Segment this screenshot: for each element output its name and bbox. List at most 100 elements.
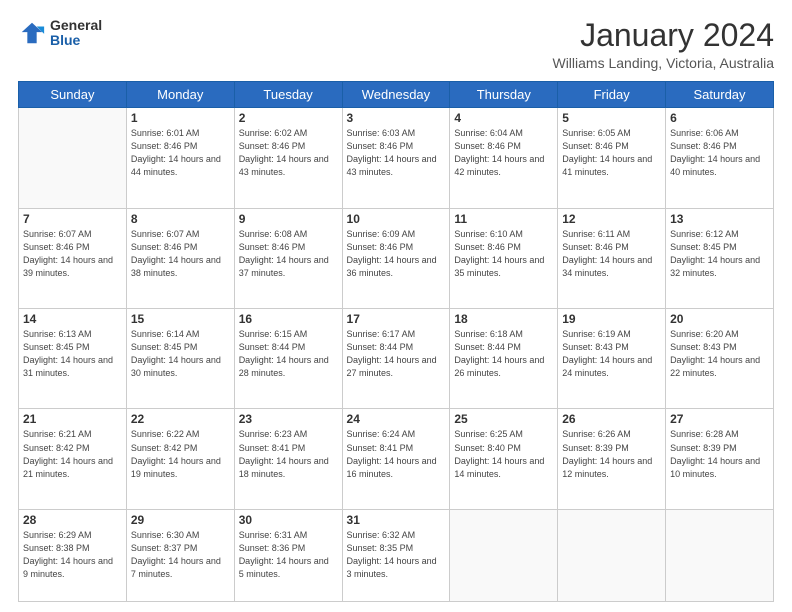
daylight-text: Daylight: 14 hours and bbox=[670, 455, 769, 468]
day-info: Sunrise: 6:28 AMSunset: 8:39 PMDaylight:… bbox=[670, 428, 769, 480]
sunset-text: Sunset: 8:45 PM bbox=[23, 341, 122, 354]
daylight-text: Daylight: 14 hours and bbox=[239, 555, 338, 568]
daylight-text-cont: 43 minutes. bbox=[239, 166, 338, 179]
col-wednesday: Wednesday bbox=[342, 82, 450, 108]
daylight-text: Daylight: 14 hours and bbox=[670, 153, 769, 166]
table-row: 26Sunrise: 6:26 AMSunset: 8:39 PMDayligh… bbox=[558, 409, 666, 509]
table-row: 18Sunrise: 6:18 AMSunset: 8:44 PMDayligh… bbox=[450, 309, 558, 409]
day-number: 31 bbox=[347, 513, 446, 527]
daylight-text-cont: 14 minutes. bbox=[454, 468, 553, 481]
col-sunday: Sunday bbox=[19, 82, 127, 108]
sunset-text: Sunset: 8:42 PM bbox=[131, 442, 230, 455]
sunrise-text: Sunrise: 6:24 AM bbox=[347, 428, 446, 441]
day-number: 10 bbox=[347, 212, 446, 226]
table-row: 1 Sunrise: 6:01 AMSunset: 8:46 PMDaylight… bbox=[126, 108, 234, 208]
daylight-text-cont: 32 minutes. bbox=[670, 267, 769, 280]
day-number: 19 bbox=[562, 312, 661, 326]
sunrise-text: Sunrise: 6:14 AM bbox=[131, 328, 230, 341]
daylight-text: Daylight: 14 hours and bbox=[562, 354, 661, 367]
table-row: 3Sunrise: 6:03 AMSunset: 8:46 PMDaylight… bbox=[342, 108, 450, 208]
daylight-text-cont: 35 minutes. bbox=[454, 267, 553, 280]
daylight-text: Daylight: 14 hours and bbox=[239, 153, 338, 166]
day-number: 12 bbox=[562, 212, 661, 226]
sunrise-text: Sunrise: 6:07 AM bbox=[131, 228, 230, 241]
daylight-text: Daylight: 14 hours and bbox=[562, 153, 661, 166]
day-number: 30 bbox=[239, 513, 338, 527]
day-number: 21 bbox=[23, 412, 122, 426]
day-info: Sunrise: 6:23 AMSunset: 8:41 PMDaylight:… bbox=[239, 428, 338, 480]
day-info: Sunrise: 6:15 AMSunset: 8:44 PMDaylight:… bbox=[239, 328, 338, 380]
sunrise-text: Sunrise: 6:04 AM bbox=[454, 127, 553, 140]
day-number: 11 bbox=[454, 212, 553, 226]
table-row bbox=[19, 108, 127, 208]
table-row: 15Sunrise: 6:14 AMSunset: 8:45 PMDayligh… bbox=[126, 309, 234, 409]
day-info: Sunrise: 6:02 AMSunset: 8:46 PMDaylight:… bbox=[239, 127, 338, 179]
header: General Blue January 2024 Williams Landi… bbox=[18, 18, 774, 71]
day-info: Sunrise: 6:05 AMSunset: 8:46 PMDaylight:… bbox=[562, 127, 661, 179]
logo-text: General Blue bbox=[50, 18, 102, 49]
daylight-text: Daylight: 14 hours and bbox=[239, 455, 338, 468]
day-info: Sunrise: 6:32 AMSunset: 8:35 PMDaylight:… bbox=[347, 529, 446, 581]
daylight-text-cont: 28 minutes. bbox=[239, 367, 338, 380]
sunset-text: Sunset: 8:46 PM bbox=[562, 241, 661, 254]
day-number: 1 bbox=[131, 111, 230, 125]
daylight-text-cont: 40 minutes. bbox=[670, 166, 769, 179]
sunset-text: Sunset: 8:46 PM bbox=[239, 241, 338, 254]
sunset-text: Sunset: 8:44 PM bbox=[347, 341, 446, 354]
daylight-text-cont: 34 minutes. bbox=[562, 267, 661, 280]
day-number: 23 bbox=[239, 412, 338, 426]
day-number: 14 bbox=[23, 312, 122, 326]
day-info: Sunrise: 6:06 AMSunset: 8:46 PMDaylight:… bbox=[670, 127, 769, 179]
day-number: 24 bbox=[347, 412, 446, 426]
day-number: 5 bbox=[562, 111, 661, 125]
table-row: 29Sunrise: 6:30 AMSunset: 8:37 PMDayligh… bbox=[126, 509, 234, 601]
daylight-text: Daylight: 14 hours and bbox=[347, 555, 446, 568]
sunrise-text: Sunrise: 6:13 AM bbox=[23, 328, 122, 341]
table-row: 6Sunrise: 6:06 AMSunset: 8:46 PMDaylight… bbox=[666, 108, 774, 208]
sunset-text: Sunset: 8:44 PM bbox=[239, 341, 338, 354]
daylight-text: Daylight: 14 hours and bbox=[347, 153, 446, 166]
sunrise-text: Sunrise: 6:09 AM bbox=[347, 228, 446, 241]
daylight-text-cont: 43 minutes. bbox=[347, 166, 446, 179]
sunset-text: Sunset: 8:46 PM bbox=[131, 241, 230, 254]
daylight-text: Daylight: 14 hours and bbox=[347, 254, 446, 267]
col-monday: Monday bbox=[126, 82, 234, 108]
table-row: 10Sunrise: 6:09 AMSunset: 8:46 PMDayligh… bbox=[342, 208, 450, 308]
sunset-text: Sunset: 8:45 PM bbox=[670, 241, 769, 254]
table-row: 19Sunrise: 6:19 AMSunset: 8:43 PMDayligh… bbox=[558, 309, 666, 409]
logo-blue-text: Blue bbox=[50, 33, 102, 48]
table-row bbox=[450, 509, 558, 601]
daylight-text: Daylight: 14 hours and bbox=[131, 354, 230, 367]
sunset-text: Sunset: 8:43 PM bbox=[670, 341, 769, 354]
sunrise-text: Sunrise: 6:12 AM bbox=[670, 228, 769, 241]
daylight-text: Daylight: 14 hours and bbox=[454, 254, 553, 267]
sunset-text: Sunset: 8:46 PM bbox=[131, 140, 230, 153]
day-info: Sunrise: 6:17 AMSunset: 8:44 PMDaylight:… bbox=[347, 328, 446, 380]
sunrise-text: Sunrise: 6:17 AM bbox=[347, 328, 446, 341]
sunset-text: Sunset: 8:46 PM bbox=[562, 140, 661, 153]
day-info: Sunrise: 6:10 AMSunset: 8:46 PMDaylight:… bbox=[454, 228, 553, 280]
day-info: Sunrise: 6:13 AMSunset: 8:45 PMDaylight:… bbox=[23, 328, 122, 380]
day-number: 20 bbox=[670, 312, 769, 326]
title-section: January 2024 Williams Landing, Victoria,… bbox=[552, 18, 774, 71]
table-row: 5 Sunrise: 6:05 AMSunset: 8:46 PMDaylight… bbox=[558, 108, 666, 208]
logo: General Blue bbox=[18, 18, 102, 49]
table-row bbox=[558, 509, 666, 601]
sunset-text: Sunset: 8:45 PM bbox=[131, 341, 230, 354]
sunset-text: Sunset: 8:36 PM bbox=[239, 542, 338, 555]
day-info: Sunrise: 6:21 AMSunset: 8:42 PMDaylight:… bbox=[23, 428, 122, 480]
table-row: 20Sunrise: 6:20 AMSunset: 8:43 PMDayligh… bbox=[666, 309, 774, 409]
day-info: Sunrise: 6:07 AMSunset: 8:46 PMDaylight:… bbox=[131, 228, 230, 280]
daylight-text-cont: 39 minutes. bbox=[23, 267, 122, 280]
table-row: 24Sunrise: 6:24 AMSunset: 8:41 PMDayligh… bbox=[342, 409, 450, 509]
sunrise-text: Sunrise: 6:28 AM bbox=[670, 428, 769, 441]
daylight-text-cont: 19 minutes. bbox=[131, 468, 230, 481]
table-row: 12Sunrise: 6:11 AMSunset: 8:46 PMDayligh… bbox=[558, 208, 666, 308]
col-thursday: Thursday bbox=[450, 82, 558, 108]
daylight-text-cont: 27 minutes. bbox=[347, 367, 446, 380]
sunset-text: Sunset: 8:37 PM bbox=[131, 542, 230, 555]
daylight-text-cont: 7 minutes. bbox=[131, 568, 230, 581]
sunrise-text: Sunrise: 6:22 AM bbox=[131, 428, 230, 441]
table-row: 2Sunrise: 6:02 AMSunset: 8:46 PMDaylight… bbox=[234, 108, 342, 208]
day-info: Sunrise: 6:01 AMSunset: 8:46 PMDaylight:… bbox=[131, 127, 230, 179]
